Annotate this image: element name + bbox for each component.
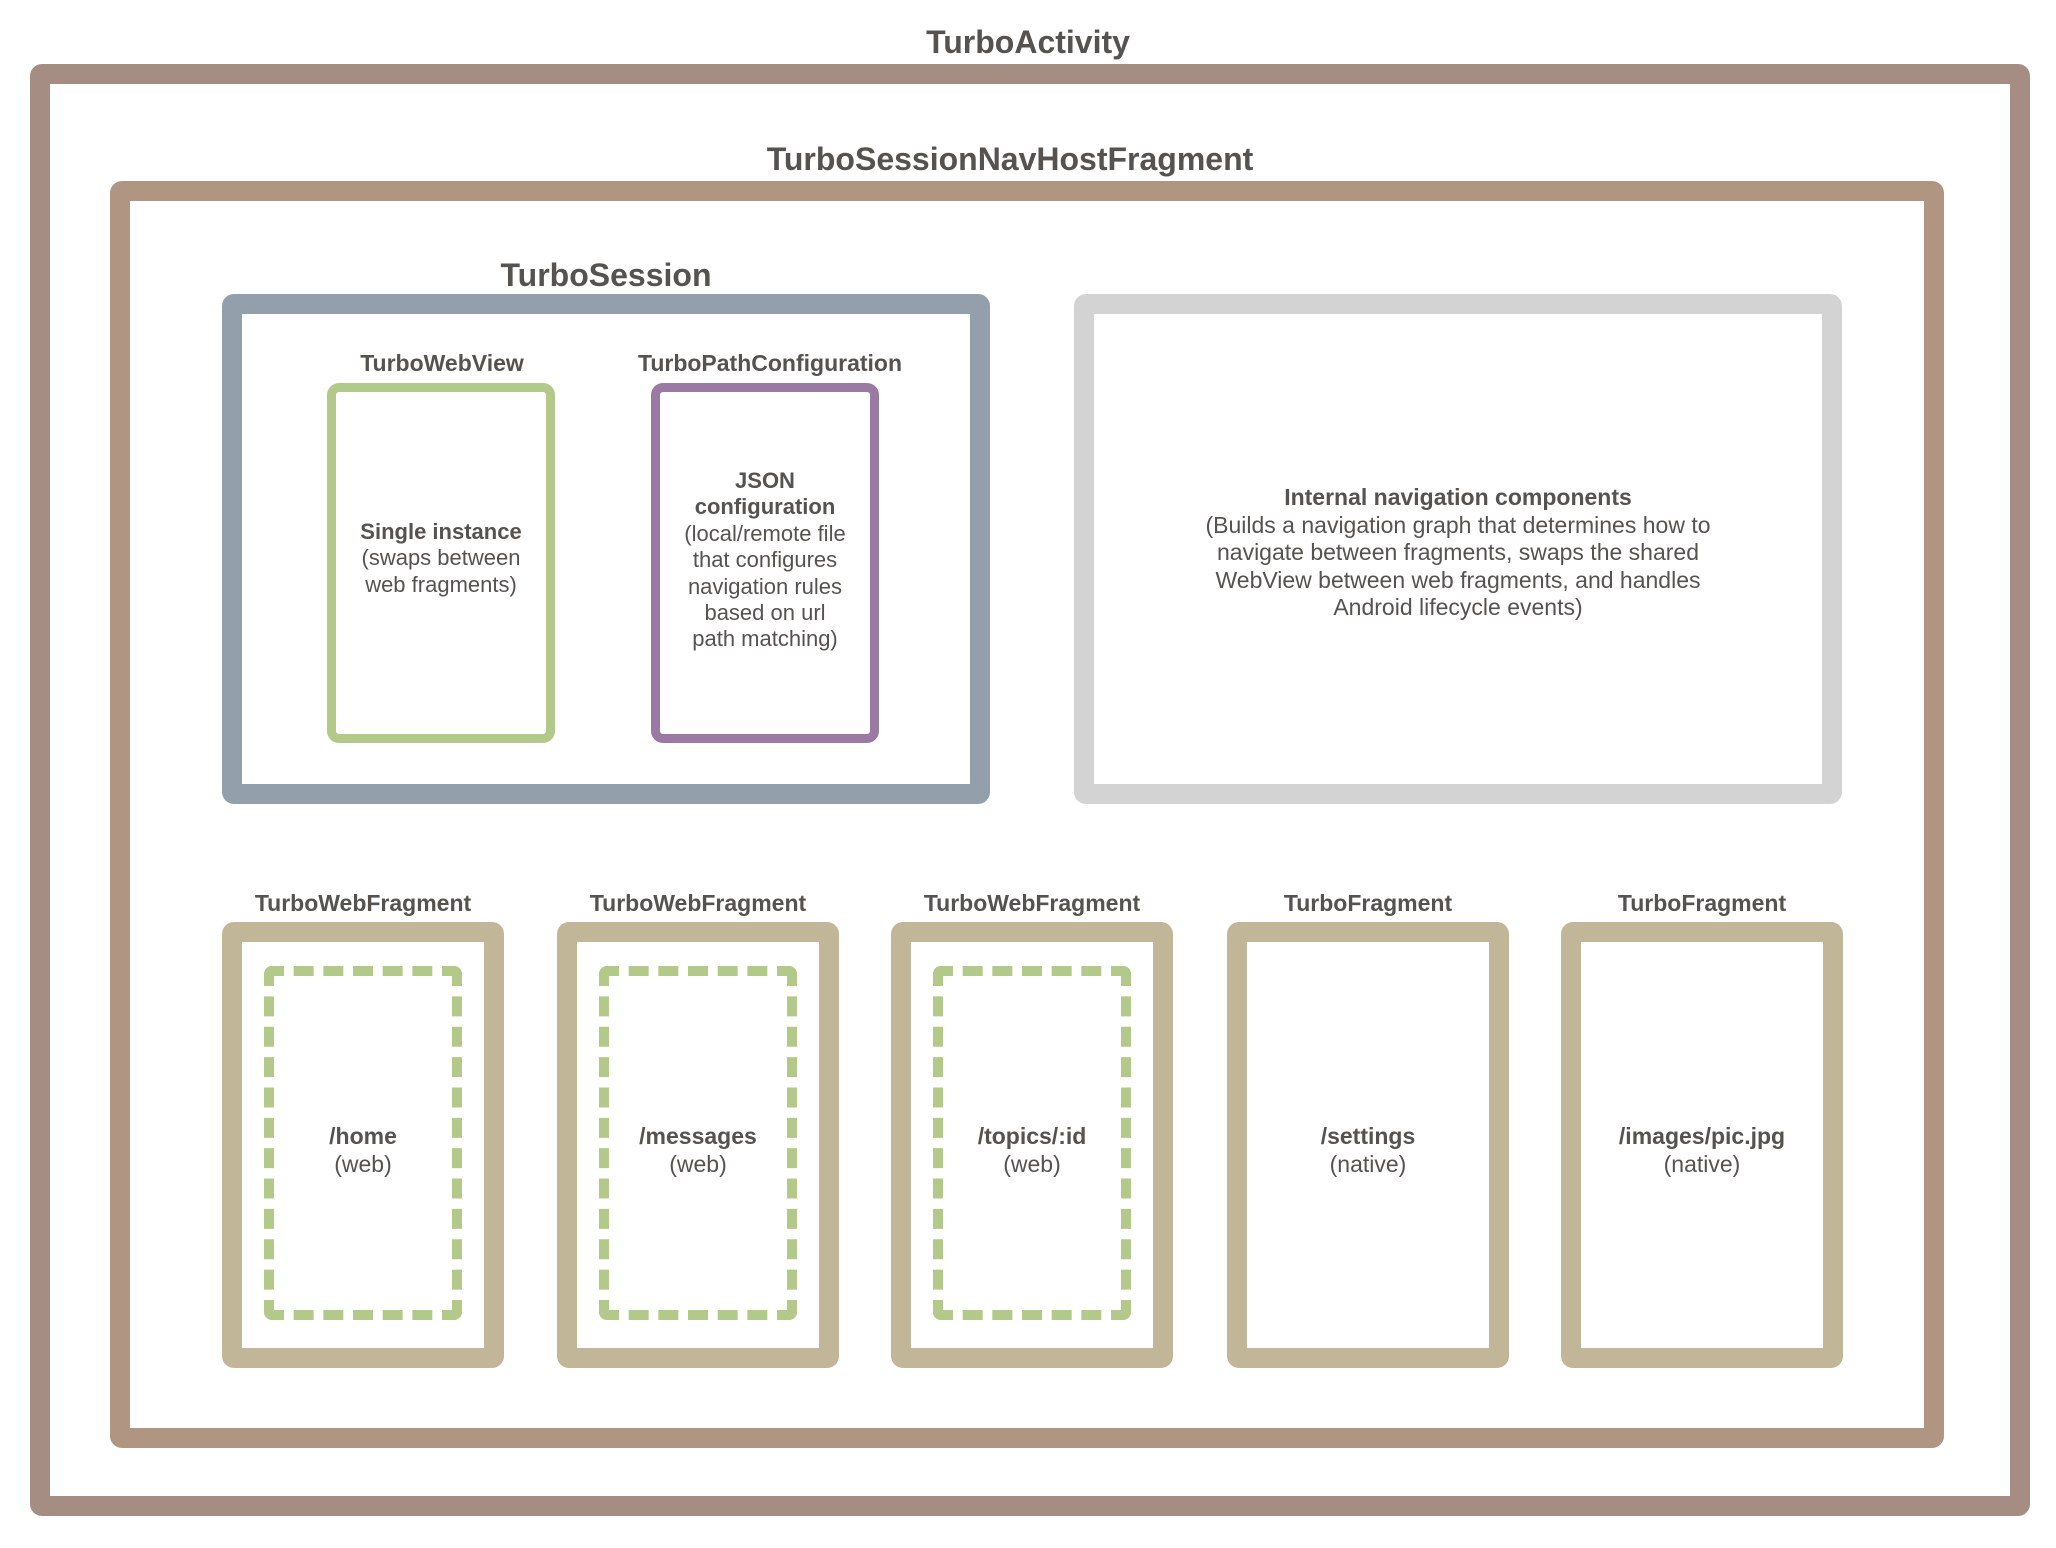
- internal-line: WebView between web fragments, and handl…: [1215, 566, 1701, 593]
- fragment-title: TurboWebFragment: [589, 890, 807, 916]
- fragment-kind: (web): [334, 1150, 392, 1177]
- internal-line: navigate between fragments, swaps the sh…: [1216, 539, 1699, 566]
- pathconfig-line: (local/remote file: [684, 520, 846, 546]
- webview-line: (swaps between: [361, 545, 521, 571]
- fragment-box: /topics/:id (web): [891, 922, 1173, 1368]
- fragment-path: /settings: [1320, 1123, 1416, 1149]
- session-title: TurboSession: [500, 257, 712, 293]
- pathconfig-line: path matching): [692, 626, 838, 652]
- pathconfig-heading: JSON: [735, 468, 795, 493]
- fragment-kind: (web): [1003, 1150, 1061, 1177]
- internal-navigation-box: Internal navigation components (Builds a…: [1074, 294, 1842, 804]
- webview-heading: Single instance: [360, 519, 522, 544]
- navhost-title: TurboSessionNavHostFragment: [766, 141, 1254, 177]
- fragment-title: TurboWebFragment: [254, 890, 472, 916]
- pathconfig-line: navigation rules: [687, 573, 843, 599]
- pathconfig-line: that configures: [692, 547, 838, 573]
- fragment-box: /images/pic.jpg (native): [1561, 922, 1843, 1368]
- pathconfig-title: TurboPathConfiguration: [637, 350, 903, 376]
- pathconfig-heading: configuration: [694, 494, 836, 520]
- fragment-path: /messages: [639, 1123, 757, 1149]
- fragment-title: TurboWebFragment: [923, 890, 1141, 916]
- internal-line: Android lifecycle events): [1333, 594, 1583, 621]
- fragment-kind: (web): [669, 1150, 727, 1177]
- internal-heading: Internal navigation components: [1284, 484, 1632, 510]
- webview-title: TurboWebView: [360, 350, 524, 376]
- webview-line: web fragments): [365, 571, 517, 597]
- fragment-kind: (native): [1663, 1150, 1741, 1177]
- fragment-kind: (native): [1329, 1150, 1407, 1177]
- fragment-box: /settings (native): [1227, 922, 1509, 1368]
- fragment-box: /home (web): [222, 922, 504, 1368]
- activity-title: TurboActivity: [926, 24, 1130, 60]
- fragment-path: /topics/:id: [977, 1123, 1087, 1149]
- webview-box: Single instance (swaps between web fragm…: [327, 383, 555, 743]
- fragment-title: TurboFragment: [1283, 890, 1453, 916]
- fragment-path: /home: [329, 1123, 397, 1149]
- pathconfig-box: JSON configuration (local/remote file th…: [651, 383, 879, 743]
- fragment-path: /images/pic.jpg: [1618, 1123, 1786, 1149]
- internal-line: (Builds a navigation graph that determin…: [1205, 511, 1711, 538]
- fragment-title: TurboFragment: [1617, 890, 1787, 916]
- fragment-box: /messages (web): [557, 922, 839, 1368]
- pathconfig-line: based on url: [704, 599, 826, 625]
